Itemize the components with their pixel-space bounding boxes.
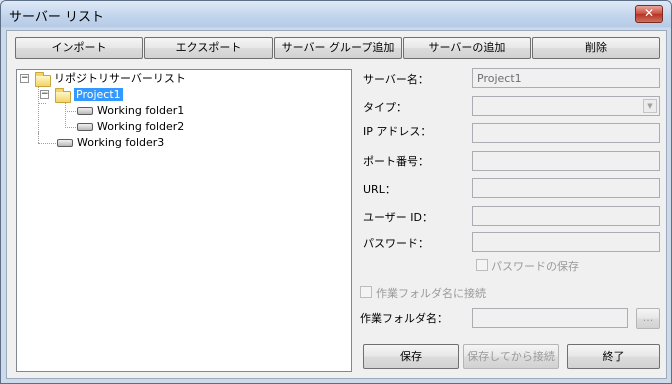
tree-connector bbox=[38, 132, 39, 143]
user-id-label: ユーザー ID： bbox=[363, 211, 433, 224]
user-id-field[interactable] bbox=[472, 206, 660, 226]
finish-button[interactable]: 終了 bbox=[567, 344, 660, 369]
ip-address-field[interactable] bbox=[472, 123, 660, 143]
tree-item-working-folder2[interactable]: Working folder2 bbox=[97, 119, 184, 135]
folder-icon bbox=[55, 88, 71, 103]
dialog-body: インポート エクスポート サーバー グループ追加 サーバーの追加 削除 − リポ… bbox=[6, 30, 667, 379]
server-name-field[interactable]: Project1 bbox=[472, 68, 660, 88]
password-label: パスワード： bbox=[363, 237, 429, 250]
port-field[interactable] bbox=[472, 151, 660, 171]
server-list-window: サーバー リスト ✕ インポート エクスポート サーバー グループ追加 サーバー… bbox=[0, 0, 672, 384]
url-field[interactable] bbox=[472, 178, 660, 198]
export-button[interactable]: エクスポート bbox=[144, 37, 273, 59]
connect-workfolder-checkbox[interactable] bbox=[360, 286, 372, 298]
port-label: ポート番号： bbox=[363, 155, 429, 168]
drive-icon bbox=[77, 107, 93, 115]
password-field[interactable] bbox=[472, 232, 660, 252]
server-name-label: サーバー名： bbox=[363, 73, 429, 86]
server-name-value: Project1 bbox=[477, 72, 522, 85]
add-server-button[interactable]: サーバーの追加 bbox=[403, 37, 531, 59]
tree-connector bbox=[38, 103, 46, 104]
folder-icon bbox=[35, 72, 51, 87]
connect-workfolder-label: 作業フォルダ名に接続 bbox=[376, 287, 486, 300]
tree-item-working-folder3[interactable]: Working folder3 bbox=[77, 135, 164, 151]
tree-item-label: Working folder3 bbox=[77, 136, 165, 149]
save-password-checkbox[interactable] bbox=[476, 259, 488, 271]
expander-icon[interactable]: − bbox=[40, 90, 49, 99]
close-button[interactable]: ✕ bbox=[635, 5, 663, 23]
expander-icon[interactable]: − bbox=[20, 74, 29, 83]
drive-icon bbox=[57, 139, 73, 147]
tree-item-project1[interactable]: Project1 bbox=[74, 87, 123, 103]
save-password-label: パスワードの保存 bbox=[491, 260, 579, 273]
server-tree[interactable]: − リポジトリサーバーリスト − Project1 Working folder… bbox=[16, 69, 352, 372]
ip-address-label: IP アドレス： bbox=[363, 125, 432, 138]
dropdown-arrow-icon[interactable]: ▼ bbox=[643, 99, 657, 113]
tree-item-label: Working folder2 bbox=[97, 120, 185, 133]
window-title: サーバー リスト bbox=[9, 10, 105, 25]
workfolder-label: 作業フォルダ名： bbox=[360, 312, 448, 325]
add-server-group-button[interactable]: サーバー グループ追加 bbox=[274, 37, 402, 59]
delete-button[interactable]: 削除 bbox=[532, 37, 660, 59]
type-select[interactable]: ▼ bbox=[472, 96, 660, 116]
workfolder-field[interactable] bbox=[472, 308, 628, 328]
tree-item-label: リポジトリサーバーリスト bbox=[54, 72, 186, 85]
close-icon: ✕ bbox=[643, 6, 655, 20]
url-label: URL： bbox=[363, 183, 396, 196]
tree-connector bbox=[38, 87, 39, 134]
tree-connector bbox=[65, 103, 66, 128]
import-button[interactable]: インポート bbox=[15, 37, 143, 59]
tree-item-working-folder1[interactable]: Working folder1 bbox=[97, 103, 184, 119]
browse-button[interactable]: ... bbox=[636, 308, 660, 329]
save-and-connect-button[interactable]: 保存してから接続 bbox=[463, 344, 559, 369]
save-button[interactable]: 保存 bbox=[363, 344, 459, 369]
drive-icon bbox=[77, 123, 93, 131]
type-label: タイプ： bbox=[363, 101, 407, 114]
tree-item-label: Working folder1 bbox=[97, 104, 185, 117]
tree-item-label: Project1 bbox=[74, 88, 123, 101]
tree-item-root[interactable]: リポジトリサーバーリスト bbox=[54, 71, 186, 87]
title-bar[interactable]: サーバー リスト ✕ bbox=[1, 1, 671, 27]
